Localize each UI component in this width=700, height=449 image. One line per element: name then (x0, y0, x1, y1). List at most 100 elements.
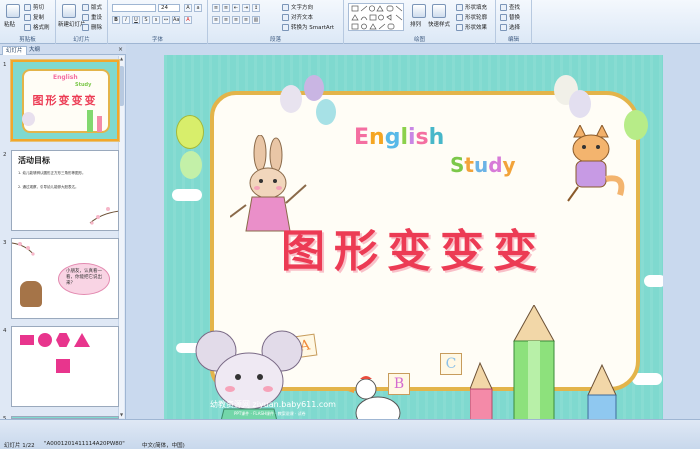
drawing-group-label: 绘图 (413, 37, 425, 43)
status-bar: 幻灯片 1/22 "A0001201411114A20PW80" 中文(简体，中… (0, 419, 700, 449)
tab-slides[interactable]: 幻灯片 (2, 46, 27, 55)
replace-button[interactable]: 替换 (500, 13, 520, 21)
pencils-icon (470, 305, 617, 429)
font-group: 24 A a B I U S s ↔ Aa A 字体 (108, 0, 208, 44)
clipboard-group: 粘贴 剪切 复制 格式刷 剪贴板 (0, 0, 56, 44)
theme-name: "A0001201411114A20PW80" (44, 441, 125, 447)
drawing-group: 排列 快速样式 形状填充 形状轮廓 形状效果 绘图 (344, 0, 496, 44)
format-painter-button[interactable]: 格式刷 (24, 23, 50, 31)
paragraph-group: ≡ ≡ ⇤ ⇥ ↕ ≡ ≡ ≡ ≡ ▥ 文字方向 对齐文本 转换为 SmartA… (208, 0, 344, 44)
slide-thumbnail-3[interactable]: 小朋友，认真看一看，你能把它说出来？ (11, 238, 119, 319)
justify-icon[interactable]: ≡ (242, 16, 250, 24)
shrink-font-icon[interactable]: a (194, 4, 202, 12)
text-direction-button[interactable]: 文字方向 (282, 3, 313, 11)
find-button[interactable]: 查找 (500, 3, 520, 11)
paste-button[interactable]: 粘贴 (4, 20, 15, 28)
quick-styles-button[interactable]: 快速样式 (428, 20, 450, 28)
study-letter: y (502, 153, 516, 177)
scroll-up-icon[interactable]: ▲ (119, 56, 124, 62)
font-group-label: 字体 (151, 37, 163, 43)
brush-icon (24, 23, 31, 31)
scroll-down-icon[interactable]: ▼ (119, 412, 124, 418)
slide-number: 3 (3, 240, 7, 246)
decrease-indent-icon[interactable]: ⇤ (232, 4, 240, 12)
shadow-icon[interactable]: s (152, 16, 160, 24)
scroll-thumb[interactable] (119, 66, 124, 106)
thumb-english: English (53, 74, 78, 81)
clipboard-group-label: 剪贴板 (19, 37, 36, 43)
slide-number: 4 (3, 328, 7, 334)
align-left-icon[interactable]: ≡ (212, 16, 220, 24)
arrange-icon[interactable] (412, 4, 426, 18)
slide-thumbnail-4[interactable] (11, 326, 119, 407)
paragraph-group-label: 段落 (269, 37, 281, 43)
new-slide-icon[interactable] (62, 4, 76, 18)
cut-button[interactable]: 剪切 (24, 3, 44, 11)
arrange-button[interactable]: 排列 (410, 20, 421, 28)
slide-number: 1 (3, 62, 7, 68)
pane-tabs: 幻灯片 大纲 × (0, 44, 126, 55)
cat-icon (567, 125, 625, 202)
hexagon-shape (56, 333, 70, 347)
slide-title[interactable]: 图形变变变 (164, 215, 663, 279)
strikethrough-icon[interactable]: S (142, 16, 150, 24)
copy-icon (24, 13, 31, 21)
convert-smartart-button[interactable]: 转换为 SmartArt (282, 23, 334, 31)
bear-icon (20, 281, 42, 307)
select-button[interactable]: 选择 (500, 23, 520, 31)
line-spacing-icon[interactable]: ↕ (252, 4, 260, 12)
ribbon: 粘贴 剪切 复制 格式刷 剪贴板 新建幻灯片 版式 重设 删除 幻灯片 24 A… (0, 0, 700, 44)
rectangle-shape (20, 335, 34, 345)
slides-group: 新建幻灯片 版式 重设 删除 幻灯片 (56, 0, 108, 44)
slide-counter: 幻灯片 1/22 (4, 443, 35, 449)
reset-button[interactable]: 重设 (82, 13, 102, 21)
thumb-title: 图形变变变 (32, 94, 98, 107)
slides-pane: 幻灯片 大纲 × ▲ ▼ 1 English Study 图形变变变 2 活动目… (0, 44, 126, 422)
align-text-button[interactable]: 对齐文本 (282, 13, 313, 21)
delete-button[interactable]: 删除 (82, 23, 102, 31)
speech-text: 小朋友，认真看一看，你能把它说出来？ (66, 269, 102, 286)
triangle-shape (74, 333, 90, 347)
align-right-icon[interactable]: ≡ (232, 16, 240, 24)
circle-shape (38, 333, 52, 347)
font-color-icon[interactable]: A (184, 16, 192, 24)
study-letter: d (488, 153, 503, 177)
english-letter: n (369, 125, 385, 150)
shape-effects-button[interactable]: 形状效果 (456, 23, 487, 31)
underline-icon[interactable]: U (132, 16, 140, 24)
italic-icon[interactable]: I (122, 16, 130, 24)
slide-canvas[interactable]: English Study 图形变变变 C A B 幼教资源网 ziyuan.b… (164, 55, 663, 429)
tab-outline[interactable]: 大纲 (26, 46, 43, 55)
study-heading: Study (450, 153, 516, 177)
language-indicator[interactable]: 中文(简体，中国) (142, 441, 185, 449)
font-name-field[interactable] (112, 4, 156, 12)
slide-thumbnail-1[interactable]: English Study 图形变变变 (11, 60, 119, 141)
align-center-icon[interactable]: ≡ (222, 16, 230, 24)
columns-icon[interactable]: ▥ (252, 16, 260, 24)
layout-button[interactable]: 版式 (82, 3, 102, 11)
shape-outline-button[interactable]: 形状轮廓 (456, 13, 487, 21)
scissors-icon (24, 3, 31, 11)
slide-thumbnail-2[interactable]: 活动目标 1. 幼儿能够辨认圆形正方形三角形等图形。 2. 通过观察，引导幼儿能… (11, 150, 119, 231)
spacing-icon[interactable]: ↔ (162, 16, 170, 24)
numbering-icon[interactable]: ≡ (222, 4, 230, 12)
shapes-gallery[interactable] (348, 3, 404, 31)
copy-button[interactable]: 复制 (24, 13, 44, 21)
shape-fill-button[interactable]: 形状填充 (456, 3, 487, 11)
bold-icon[interactable]: B (112, 16, 120, 24)
font-size-field[interactable]: 24 (158, 4, 180, 12)
increase-indent-icon[interactable]: ⇥ (242, 4, 250, 12)
paste-icon[interactable] (6, 4, 20, 18)
case-icon[interactable]: Aa (172, 16, 180, 24)
blossom-branch-icon (89, 207, 118, 225)
layout-icon (82, 3, 89, 11)
close-icon[interactable]: × (118, 46, 123, 53)
select-icon (500, 23, 507, 31)
grow-font-icon[interactable]: A (184, 4, 192, 12)
delete-icon (82, 23, 89, 31)
quick-styles-icon[interactable] (432, 4, 446, 18)
english-letter: s (415, 125, 429, 150)
square-shape (56, 359, 70, 373)
watermark-subtext: PPT课件 · FLASH课件 · 教案说课 · 试卷 (234, 411, 306, 416)
bullets-icon[interactable]: ≡ (212, 4, 220, 12)
